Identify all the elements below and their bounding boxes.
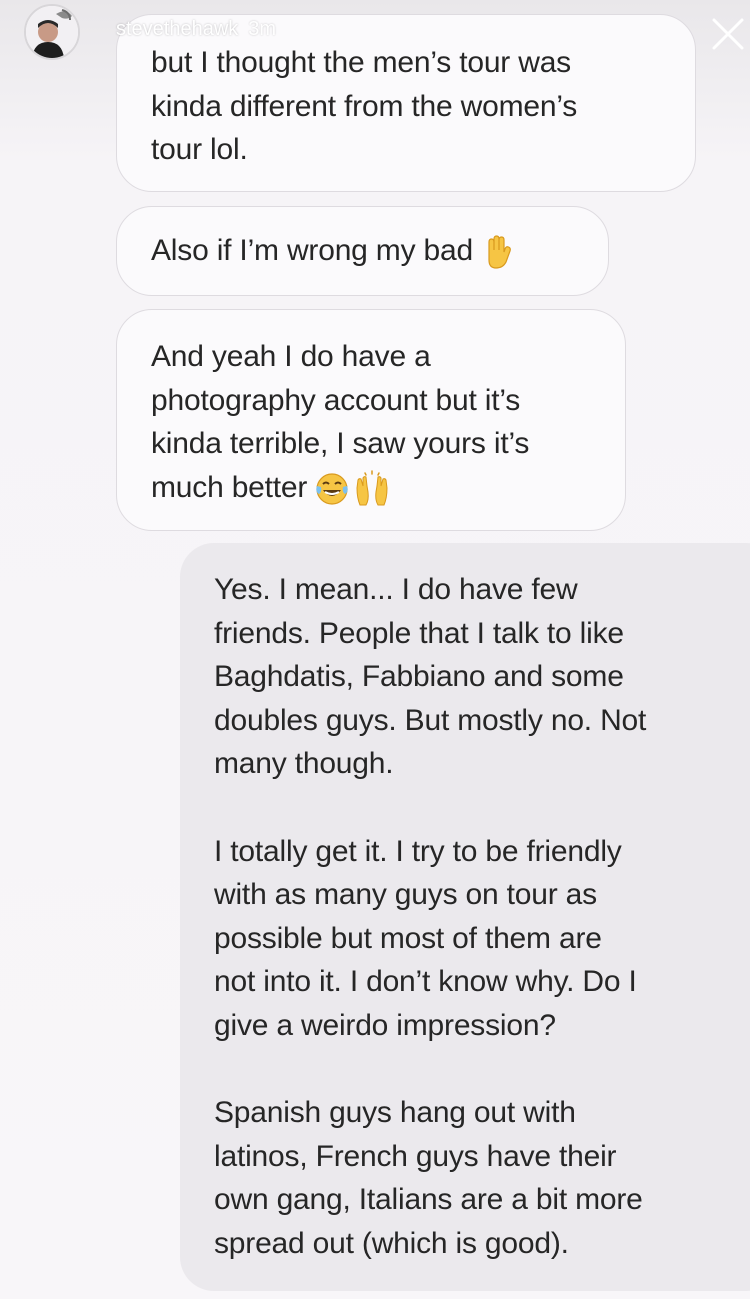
- raised-hand-emoji: [479, 233, 517, 271]
- message-text: Also if I’m wrong my bad: [151, 234, 473, 267]
- dm-conversation-screen: stevethehawk 3m but I thought the men’s t…: [0, 0, 750, 1299]
- raising-hands-emoji: [353, 469, 391, 508]
- story-username[interactable]: stevethehawk: [116, 18, 238, 40]
- avatar[interactable]: [24, 4, 80, 60]
- story-user-label: stevethehawk 3m: [116, 18, 276, 41]
- message-paragraph: Spanish guys hang out with latinos, Fren…: [214, 1096, 643, 1260]
- message-paragraph: I totally get it. I try to be friendly w…: [214, 834, 637, 1042]
- tears-of-joy-emoji: [313, 470, 351, 508]
- incoming-message: And yeah I do have a photography account…: [116, 309, 626, 531]
- incoming-message: Also if I’m wrong my bad: [116, 206, 609, 296]
- story-time: 3m: [248, 18, 277, 40]
- outgoing-message: Yes. I mean... I do have few friends. Pe…: [180, 543, 750, 1291]
- message-paragraph: Yes. I mean... I do have few friends. Pe…: [214, 573, 647, 780]
- avatar-photo: [26, 6, 78, 58]
- close-icon[interactable]: [708, 14, 748, 54]
- story-header: stevethehawk 3m: [0, 0, 750, 80]
